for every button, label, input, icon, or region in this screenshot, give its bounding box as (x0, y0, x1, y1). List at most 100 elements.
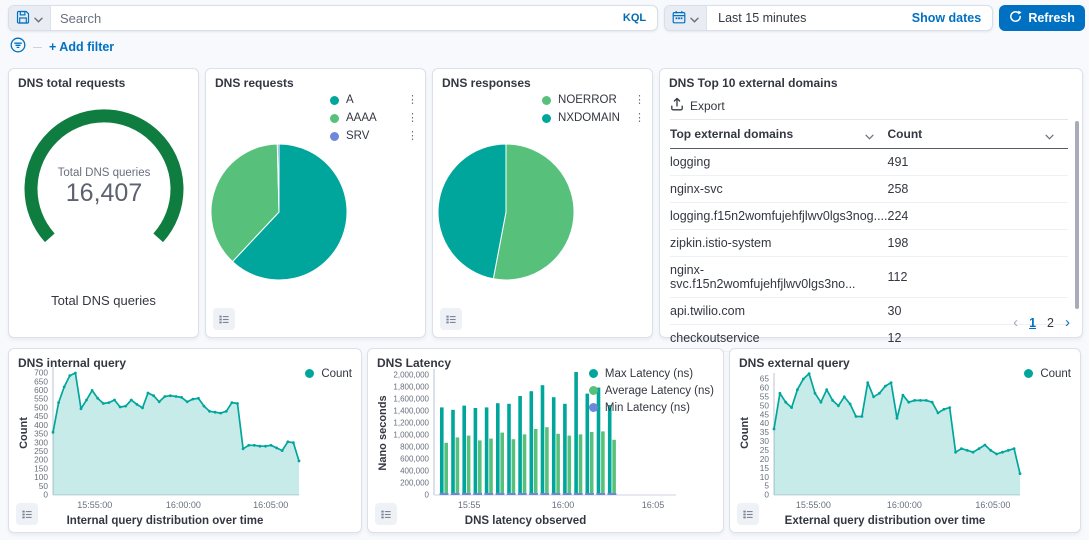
legend-item[interactable]: Count (1024, 365, 1071, 382)
legend-toggle-button[interactable] (213, 308, 235, 330)
table-cell[interactable]: 198 (888, 230, 1069, 257)
legend-label: A (346, 94, 393, 106)
legend-actions-icon[interactable]: ⋮ (407, 132, 418, 141)
legend-color-dot (589, 386, 598, 395)
svg-text:650: 650 (34, 376, 48, 386)
svg-text:500: 500 (34, 402, 48, 412)
pagination-prev[interactable]: ‹ (1013, 314, 1018, 331)
x-axis-title: External query distribution over time (730, 515, 1040, 527)
legend-item[interactable]: Max Latency (ns) (589, 365, 714, 382)
legend-item[interactable]: NXDOMAIN⋮ (542, 109, 645, 127)
legend-actions-icon[interactable]: ⋮ (634, 114, 645, 123)
sort-chevron-icon[interactable] (1045, 129, 1054, 143)
refresh-icon (1009, 10, 1022, 26)
add-filter-button[interactable]: + Add filter (49, 40, 114, 54)
pie-legend: NOERROR⋮NXDOMAIN⋮ (542, 91, 645, 127)
legend-actions-icon[interactable]: ⋮ (634, 96, 645, 105)
filter-icon[interactable] (10, 37, 26, 58)
dashboard-row-2: DNS internal query Count 050100150200250… (8, 348, 1081, 533)
table-cell[interactable]: nginx-svc (670, 176, 888, 203)
legend-actions-icon[interactable]: ⋮ (407, 114, 418, 123)
column-header[interactable]: Top external domains (670, 120, 888, 149)
chart-legend: Count (305, 365, 352, 382)
export-button[interactable]: Export (670, 97, 725, 114)
panel-dns-latency: DNS Latency Nano seconds 0200,000400,000… (367, 348, 724, 533)
svg-text:800,000: 800,000 (400, 443, 429, 452)
svg-text:200,000: 200,000 (400, 479, 429, 488)
legend-item[interactable]: AAAA⋮ (330, 109, 418, 127)
legend-item[interactable]: Count (305, 365, 352, 382)
table-row[interactable]: logging.f15n2womfujehfjlwv0lgs3nog....22… (670, 203, 1068, 230)
legend-toggle-button[interactable] (375, 503, 397, 525)
time-range-label[interactable]: Last 15 minutes (707, 11, 901, 25)
table-cell[interactable]: zipkin.istio-system (670, 230, 888, 257)
table-scrollbar[interactable] (1075, 121, 1079, 309)
table-row[interactable]: nginx-svc.f15n2womfujehfjlwv0lgs3no...11… (670, 257, 1068, 298)
legend-item[interactable]: Average Latency (ns) (589, 382, 714, 399)
svg-text:16:00: 16:00 (552, 500, 575, 510)
svg-text:25: 25 (760, 445, 770, 455)
legend-label: Count (321, 368, 352, 380)
legend-toggle-button[interactable] (737, 503, 759, 525)
table-row[interactable]: api.twilio.com30 (670, 298, 1068, 325)
column-header[interactable]: Count (888, 120, 1069, 149)
save-icon (16, 10, 30, 27)
legend-actions-icon[interactable]: ⋮ (407, 96, 418, 105)
table-cell[interactable]: 258 (888, 176, 1069, 203)
svg-text:550: 550 (34, 394, 48, 404)
table-row[interactable]: logging491 (670, 149, 1068, 176)
table-cell[interactable]: api.twilio.com (670, 298, 888, 325)
date-picker: Last 15 minutes Show dates (664, 5, 993, 31)
pagination-next[interactable]: › (1065, 314, 1070, 331)
svg-text:Total DNS queries: Total DNS queries (58, 167, 151, 179)
x-axis-title: Internal query distribution over time (9, 515, 321, 527)
svg-text:1,200,000: 1,200,000 (393, 419, 429, 428)
saved-query-menu-button[interactable] (9, 6, 51, 30)
table-cell[interactable]: nginx-svc.f15n2womfujehfjlwv0lgs3no... (670, 257, 888, 298)
legend-color-dot (330, 132, 339, 141)
legend-toggle-button[interactable] (440, 308, 462, 330)
svg-text:150: 150 (34, 463, 48, 473)
query-bar-row: KQL Last 15 minutes Show dates Refresh (8, 5, 1085, 31)
svg-text:60: 60 (760, 383, 770, 393)
svg-text:450: 450 (34, 411, 48, 421)
sort-chevron-icon[interactable] (865, 129, 874, 143)
pagination-page-2[interactable]: 2 (1047, 316, 1054, 330)
svg-text:50: 50 (39, 481, 49, 491)
legend-item[interactable]: NOERROR ⋮ (542, 91, 645, 109)
legend-item[interactable]: A⋮ (330, 91, 418, 109)
panel-dns-external-query: DNS external query Count 051015202530354… (729, 348, 1081, 533)
gauge-bottom-label: Total DNS queries (9, 293, 198, 308)
pagination-page-1[interactable]: 1 (1029, 316, 1036, 330)
dns-total-gauge: Total DNS queries16,407 (9, 89, 199, 289)
table-header: Top external domainsCount (670, 120, 1068, 149)
filter-bar: + Add filter (10, 38, 114, 56)
table-cell[interactable]: logging (670, 149, 888, 176)
table-cell[interactable]: 491 (888, 149, 1069, 176)
search-input[interactable] (51, 11, 612, 26)
dashboard-row-1: DNS total requests Total DNS queries16,4… (8, 68, 1083, 338)
legend-item[interactable]: Min Latency (ns) (589, 399, 714, 416)
table-row[interactable]: nginx-svc258 (670, 176, 1068, 203)
svg-text:350: 350 (34, 429, 48, 439)
query-language-badge[interactable]: KQL (612, 12, 657, 24)
svg-text:400: 400 (34, 420, 48, 430)
svg-text:5: 5 (764, 481, 769, 491)
svg-text:30: 30 (760, 436, 770, 446)
date-quick-select-button[interactable] (665, 6, 707, 30)
dns-requests-pie (208, 141, 350, 283)
svg-text:15: 15 (760, 463, 770, 473)
table-cell[interactable]: logging.f15n2womfujehfjlwv0lgs3nog.... (670, 203, 888, 230)
table-row[interactable]: zipkin.istio-system198 (670, 230, 1068, 257)
svg-text:16:05:00: 16:05:00 (975, 500, 1010, 510)
refresh-button[interactable]: Refresh (999, 5, 1085, 31)
legend-toggle-button[interactable] (16, 503, 38, 525)
table-cell[interactable]: 224 (888, 203, 1069, 230)
show-dates-button[interactable]: Show dates (901, 11, 992, 25)
table-cell[interactable]: 112 (888, 257, 1069, 298)
table-body: logging491nginx-svc258logging.f15n2womfu… (670, 149, 1068, 352)
legend-label: NOERROR (558, 94, 620, 106)
svg-text:2,000,000: 2,000,000 (393, 371, 429, 380)
chevron-down-icon (34, 11, 43, 26)
legend-label: Min Latency (ns) (605, 402, 714, 414)
